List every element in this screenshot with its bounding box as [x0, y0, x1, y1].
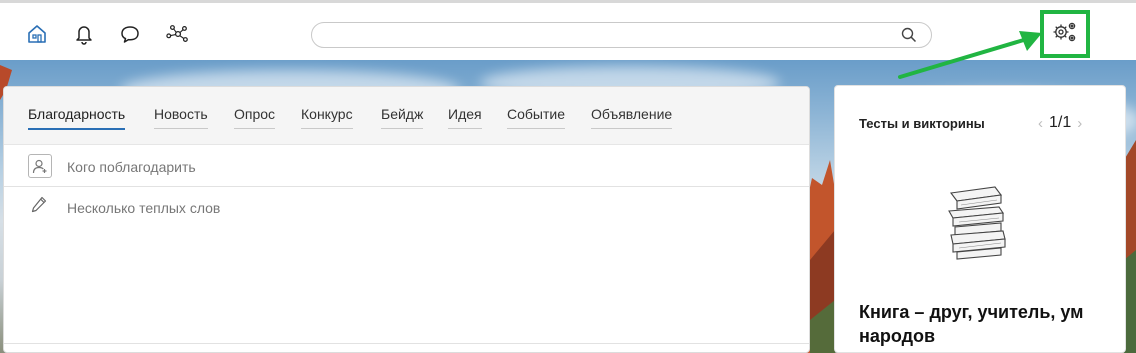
recipient-row — [4, 147, 809, 187]
tab-badge[interactable]: Бейдж — [381, 106, 424, 129]
message-row — [4, 188, 809, 228]
tab-announcement[interactable]: Объявление — [591, 106, 673, 129]
tab-idea[interactable]: Идея — [448, 106, 482, 129]
tab-poll[interactable]: Опрос — [234, 106, 276, 129]
composer-tabs: Благодарность Новость Опрос Конкурс Бейд… — [4, 87, 809, 145]
composer-divider — [4, 343, 809, 344]
quiz-item-title-line1: Книга – друг, учитель, ум — [859, 302, 1084, 322]
message-input[interactable] — [67, 196, 767, 220]
quiz-item-title-line2: народов — [859, 326, 936, 346]
pencil-icon — [31, 196, 47, 219]
tab-contest[interactable]: Конкурс — [301, 106, 353, 129]
settings-button[interactable] — [1040, 10, 1090, 58]
quiz-item-title[interactable]: Книга – друг, учитель, ум народов — [859, 300, 1127, 348]
quiz-pager: ‹ 1/1 › — [1038, 114, 1082, 132]
network-icon[interactable] — [166, 22, 190, 46]
quiz-page-counter: 1/1 — [1049, 114, 1072, 131]
add-person-icon[interactable] — [28, 154, 52, 178]
annotation-arrow — [898, 31, 1042, 79]
chevron-left-icon[interactable]: ‹ — [1038, 115, 1043, 132]
home-icon[interactable] — [25, 22, 49, 46]
tab-event[interactable]: Событие — [507, 106, 565, 129]
tab-gratitude[interactable]: Благодарность — [28, 106, 126, 130]
bell-icon[interactable] — [72, 22, 96, 46]
quiz-widget: Тесты и викторины ‹ 1/1 › Книга – друг, … — [834, 85, 1126, 353]
quiz-widget-title: Тесты и викторины — [859, 116, 985, 131]
tab-news[interactable]: Новость — [154, 106, 208, 129]
search-bar[interactable] — [311, 22, 932, 48]
gear-settings-icon — [1052, 20, 1078, 49]
chevron-right-icon[interactable]: › — [1077, 115, 1082, 132]
recipient-input[interactable] — [67, 155, 767, 179]
post-composer: Благодарность Новость Опрос Конкурс Бейд… — [3, 86, 810, 353]
search-input[interactable] — [326, 23, 906, 47]
chat-icon[interactable] — [118, 22, 142, 46]
books-image[interactable] — [939, 181, 1039, 261]
